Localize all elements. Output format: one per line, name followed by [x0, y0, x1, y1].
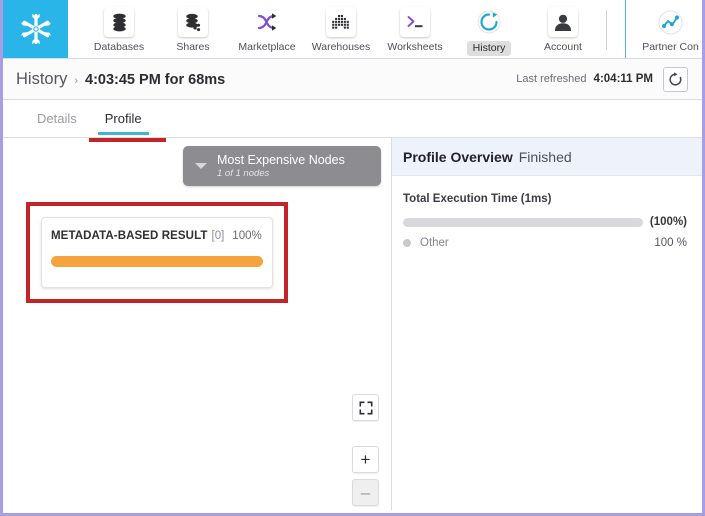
nav-item-partner-connect[interactable]: Partner Con — [625, 0, 705, 58]
tab-bar: Details Profile — [3, 100, 702, 138]
most-expensive-nodes-title: Most Expensive Nodes — [217, 153, 345, 167]
breadcrumb-root[interactable]: History — [16, 70, 67, 89]
profile-overview-header: Profile Overview Finished — [392, 138, 702, 176]
nav-item-account[interactable]: Account — [526, 4, 600, 54]
partner-connect-icon — [656, 7, 686, 37]
nav-label-account: Account — [544, 41, 582, 54]
total-execution-time-label: Total Execution Time (1ms) — [403, 193, 687, 205]
breadcrumb: History › 4:03:45 PM for 68ms — [3, 70, 225, 89]
nav-item-warehouses[interactable]: Warehouses — [304, 4, 378, 54]
node-card-metadata-based-result[interactable]: METADATA-BASED RESULT [0] 100% — [41, 217, 273, 288]
nav-label-warehouses: Warehouses — [312, 41, 371, 54]
tab-profile[interactable]: Profile — [91, 100, 156, 137]
total-execution-time-percent: (100%) — [650, 216, 687, 228]
node-percent: 100% — [232, 230, 261, 242]
nav-label-worksheets: Worksheets — [387, 41, 442, 54]
snowflake-logo[interactable] — [3, 0, 68, 58]
node-name: METADATA-BASED RESULT — [51, 230, 208, 242]
node-card-header: METADATA-BASED RESULT [0] 100% — [42, 218, 272, 242]
node-progress-track — [51, 256, 263, 267]
nav-label-databases: Databases — [94, 41, 144, 54]
last-refreshed-time: 4:04:11 PM — [594, 73, 653, 85]
most-expensive-nodes-text: Most Expensive Nodes 1 of 1 nodes — [217, 153, 345, 180]
most-expensive-nodes-subtitle: 1 of 1 nodes — [217, 167, 345, 180]
zoom-in-button[interactable]: + — [352, 446, 379, 473]
snowflake-history-profile-page: Databases — [0, 0, 705, 516]
refresh-group: Last refreshed 4:04:11 PM — [516, 67, 702, 92]
nav-item-databases[interactable]: Databases — [82, 4, 156, 54]
nav-label-history: History — [467, 41, 512, 56]
nav-item-list: Databases — [68, 0, 702, 58]
nav-label-shares: Shares — [176, 41, 209, 54]
annotation-box-profile-tab — [89, 138, 166, 142]
legend-dot-icon — [403, 239, 411, 247]
total-execution-time-row: (100%) — [403, 216, 687, 228]
breakdown-value: 100 % — [654, 237, 687, 249]
nav-item-history[interactable]: History — [452, 4, 526, 56]
breakdown-name: Other — [420, 237, 449, 249]
profile-overview-panel: Profile Overview Finished Total Executio… — [392, 138, 702, 510]
worksheets-icon — [400, 7, 430, 37]
nav-item-marketplace[interactable]: Marketplace — [230, 4, 304, 54]
profile-overview-title: Profile Overview — [403, 149, 513, 165]
total-execution-time-bar — [403, 218, 643, 227]
last-refreshed-label: Last refreshed — [516, 73, 586, 85]
nav-divider — [606, 10, 607, 50]
node-progress-fill — [51, 256, 263, 267]
breakdown-row-other: Other 100 % — [403, 237, 687, 249]
profile-overview-body: Total Execution Time (1ms) (100%) Other … — [392, 176, 702, 249]
main-body: Most Expensive Nodes 1 of 1 nodes METADA… — [3, 138, 702, 510]
warehouses-icon — [326, 7, 356, 37]
snowflake-logo-icon — [19, 12, 53, 46]
breadcrumb-current-query: 4:03:45 PM for 68ms — [85, 72, 225, 88]
chevron-down-icon[interactable] — [195, 163, 207, 169]
profile-graph-canvas[interactable]: Most Expensive Nodes 1 of 1 nodes METADA… — [3, 138, 391, 510]
marketplace-icon — [252, 7, 282, 37]
tab-details[interactable]: Details — [23, 100, 91, 137]
node-index: [0] — [212, 230, 225, 242]
history-icon — [474, 7, 504, 37]
shares-icon — [178, 7, 208, 37]
refresh-button[interactable] — [663, 67, 688, 92]
nav-item-shares[interactable]: Shares — [156, 4, 230, 54]
most-expensive-nodes-panel[interactable]: Most Expensive Nodes 1 of 1 nodes — [183, 146, 381, 186]
zoom-controls: + – — [352, 394, 379, 506]
breadcrumb-separator-icon: › — [74, 75, 78, 87]
history-header-bar: History › 4:03:45 PM for 68ms Last refre… — [3, 59, 702, 100]
profile-status-badge: Finished — [519, 149, 572, 165]
databases-icon — [104, 7, 134, 37]
zoom-out-button[interactable]: – — [352, 479, 379, 506]
nav-label-marketplace: Marketplace — [238, 41, 295, 54]
fullscreen-icon[interactable] — [352, 394, 379, 421]
top-navigation-bar: Databases — [3, 0, 702, 59]
account-icon — [548, 7, 578, 37]
refresh-icon — [668, 72, 683, 87]
nav-label-partner-connect: Partner Con — [642, 41, 699, 54]
nav-item-worksheets[interactable]: Worksheets — [378, 4, 452, 54]
